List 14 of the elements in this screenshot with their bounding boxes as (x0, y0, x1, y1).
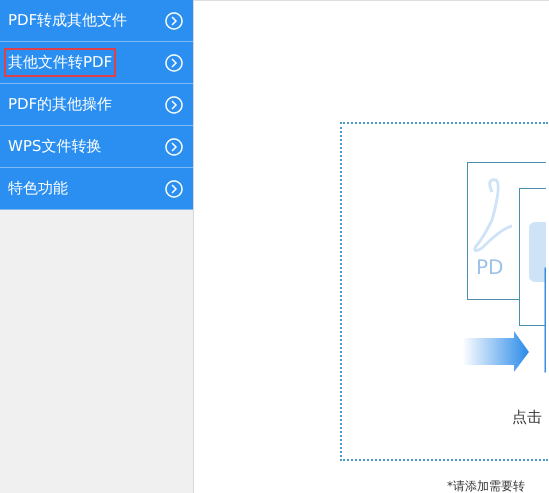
sidebar-item[interactable]: PDF的其他操作 (0, 84, 193, 126)
pdf-label: PD (476, 255, 504, 279)
upload-drop-area[interactable]: PD 点击 (340, 122, 548, 461)
footnote-text: *请添加需要转 (447, 478, 526, 493)
chevron-circle-icon (165, 96, 183, 114)
upload-hint: 点击 (512, 407, 543, 428)
sidebar-item[interactable]: PDF转成其他文件 (0, 0, 193, 42)
sidebar-item[interactable]: 其他文件转PDF (0, 42, 193, 84)
chevron-circle-icon (165, 12, 183, 30)
chevron-circle-icon (165, 180, 183, 198)
chevron-circle-icon (165, 138, 183, 156)
chevron-circle-icon (165, 54, 183, 72)
sidebar-item[interactable]: 特色功能 (0, 168, 193, 210)
sidebar-item[interactable]: WPS文件转换 (0, 126, 193, 168)
